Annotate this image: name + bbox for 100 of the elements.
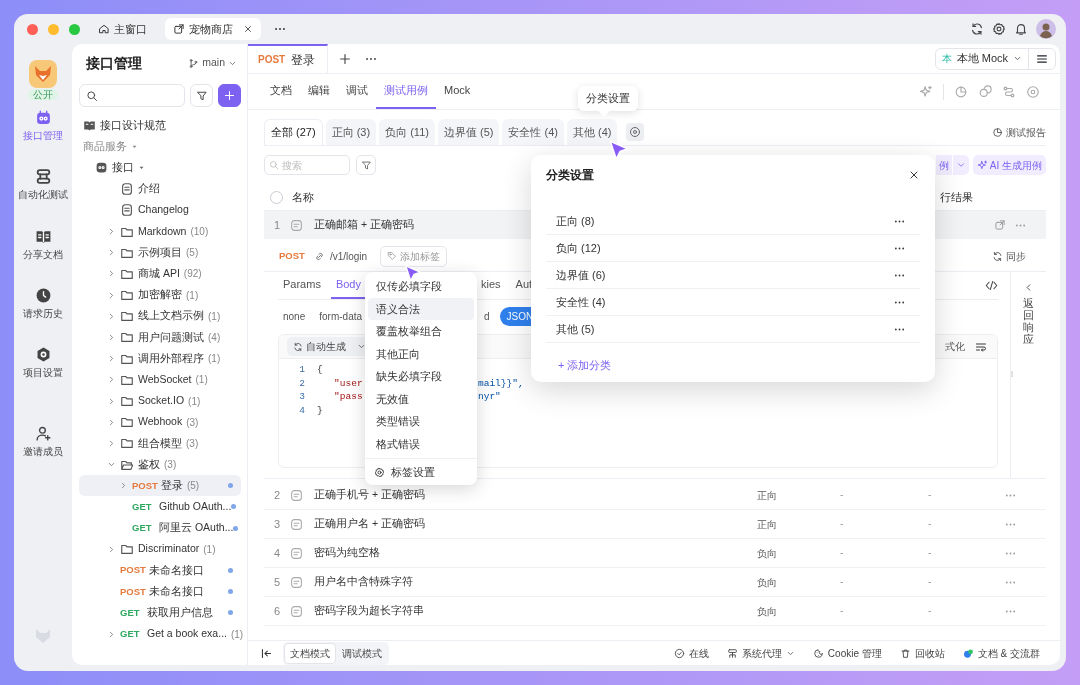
chevron-icon[interactable] — [107, 629, 116, 639]
open-icon[interactable] — [994, 219, 1006, 231]
view-tab[interactable]: 测试用例 — [376, 74, 436, 109]
tree-item[interactable]: 用户问题测试 (4) — [79, 326, 241, 349]
chevron-icon[interactable] — [107, 354, 116, 364]
tree-item[interactable]: 接口设计规范 — [79, 115, 241, 137]
code-icon[interactable] — [985, 279, 998, 292]
close-icon[interactable] — [908, 169, 920, 181]
tree-item[interactable]: Changelog — [79, 199, 241, 221]
avatar-icon[interactable] — [1036, 19, 1056, 39]
shapes-icon[interactable] — [978, 84, 992, 99]
response-panel-toggle[interactable]: 返回响应 — [1010, 272, 1046, 478]
tree-item[interactable]: 介绍 — [79, 178, 241, 200]
maximize-button[interactable] — [69, 23, 80, 35]
filter-button[interactable] — [356, 155, 376, 175]
chevron-icon[interactable] — [107, 311, 116, 321]
wrap-icon[interactable] — [975, 340, 987, 353]
nav-item[interactable]: 接口管理 — [23, 109, 63, 144]
tree-item[interactable]: GET 阿里云 OAuth... — [79, 517, 241, 539]
chevron-icon[interactable] — [119, 481, 128, 491]
chevron-icon[interactable] — [107, 544, 116, 554]
tree-item[interactable]: 示例项目 (5) — [79, 242, 241, 264]
mode-tab[interactable]: 文档模式 — [284, 642, 336, 664]
view-tab[interactable]: 文档 — [262, 74, 300, 109]
view-tab[interactable]: Mock — [436, 74, 479, 109]
menu-item[interactable]: 缺失必填字段 — [368, 365, 474, 388]
window-tab[interactable]: 宠物商店 — [165, 17, 261, 41]
nav-item[interactable]: 项目设置 — [23, 346, 63, 381]
tree-item[interactable]: POST 未命名接口 — [79, 559, 241, 582]
category-tab[interactable]: 正向 (3) — [325, 119, 377, 145]
ai-generate-button[interactable]: AI 生成用例 — [972, 155, 1046, 175]
body-type-option[interactable]: d — [484, 308, 490, 324]
notification-icon[interactable] — [1014, 22, 1028, 36]
chevron-icon[interactable] — [107, 375, 116, 385]
tree-item[interactable]: 加密解密 (1) — [79, 284, 241, 306]
pie-chart-icon[interactable] — [954, 84, 968, 99]
view-tab[interactable]: 调试 — [338, 74, 376, 109]
menu-item[interactable]: 语义合法 — [368, 297, 474, 320]
nav-item[interactable]: 自动化测试 — [18, 168, 68, 203]
status-item[interactable]: 在线 — [673, 645, 709, 661]
tree-item[interactable]: GET Github OAuth... — [79, 496, 241, 518]
tree-item[interactable]: 调用外部程序 (1) — [79, 348, 241, 370]
chevron-icon[interactable] — [107, 438, 116, 448]
table-row[interactable]: 5 用户名中含特殊字符 负向 - - — [264, 568, 1046, 597]
table-row[interactable]: 4 密码为纯空格 负向 - - — [264, 539, 1046, 568]
tree-item[interactable]: Discriminator (1) — [79, 538, 241, 560]
nav-item[interactable]: 邀请成员 — [23, 425, 63, 460]
tree-item[interactable]: Markdown (10) — [79, 220, 241, 243]
close-icon[interactable] — [243, 24, 253, 34]
chevron-icon[interactable] — [107, 332, 116, 342]
mode-tab[interactable]: 调试模式 — [336, 642, 388, 664]
category-settings-button[interactable] — [626, 123, 645, 141]
close-button[interactable] — [27, 23, 38, 35]
body-type-option[interactable]: none — [283, 308, 306, 324]
request-tab[interactable]: POST 登录 — [248, 44, 329, 73]
nav-item[interactable]: 请求历史 — [23, 286, 63, 321]
add-button[interactable] — [218, 84, 241, 107]
tree-item[interactable]: 组合模型 (3) — [79, 432, 241, 454]
menu-item[interactable]: 仅传必填字段 — [368, 275, 474, 298]
status-item[interactable]: 文档 & 交流群 — [962, 645, 1040, 661]
chevron-icon[interactable] — [107, 269, 116, 279]
sparkle-icon[interactable] — [919, 84, 933, 99]
category-tab[interactable]: 安全性 (4) — [502, 119, 564, 145]
target-icon[interactable] — [1026, 84, 1040, 99]
settings-icon[interactable] — [992, 22, 1006, 36]
view-tab[interactable]: 编辑 — [300, 74, 338, 109]
nav-item[interactable]: 分享文档 — [23, 227, 63, 262]
sync-button[interactable]: 同步 — [992, 248, 1026, 264]
tree-item[interactable]: Webhook (3) — [79, 411, 241, 433]
flow-icon[interactable] — [1002, 84, 1016, 99]
collapse-sidebar-icon[interactable] — [260, 646, 273, 660]
branch-selector[interactable]: main — [188, 55, 237, 71]
chevron-icon[interactable] — [107, 417, 116, 427]
chevron-icon[interactable] — [107, 290, 116, 300]
tree-item[interactable]: Socket.IO (1) — [79, 390, 241, 412]
category-tab[interactable]: 负向 (11) — [379, 119, 435, 145]
table-row[interactable]: 3 正确用户名 + 正确密码 正向 - - — [264, 510, 1046, 539]
status-item[interactable]: Cookie 管理 — [812, 645, 882, 661]
tree-item[interactable]: POST 未命名接口 — [79, 581, 241, 603]
category-tab[interactable]: 其他 (4) — [566, 119, 618, 145]
refresh-icon[interactable] — [970, 22, 984, 36]
tree-item[interactable]: POST 登录 (5) — [79, 475, 241, 497]
search-field[interactable]: 搜索 — [264, 155, 350, 175]
request-tab[interactable]: kies — [476, 272, 506, 299]
tree-item[interactable]: 鉴权 (3) — [79, 454, 241, 476]
add-category-link[interactable]: + 添加分类 — [546, 357, 612, 374]
plus-icon[interactable] — [338, 51, 353, 66]
tree-item[interactable]: WebSocket (1) — [79, 369, 241, 391]
minimize-button[interactable] — [48, 23, 59, 35]
tree-item[interactable]: GET Get a book exa... (1) — [79, 623, 241, 645]
status-item[interactable]: 系统代理 — [726, 645, 795, 661]
chevron-icon[interactable] — [107, 396, 116, 406]
tree-item[interactable]: 接口 — [79, 157, 241, 179]
report-button[interactable]: 测试报告 — [992, 125, 1046, 140]
tree-item[interactable]: GET 获取用户信息 — [79, 602, 241, 624]
tree-item[interactable]: 线上文档示例 (1) — [79, 305, 241, 327]
menu-item[interactable]: 无效值 — [368, 387, 474, 410]
status-item[interactable]: 回收站 — [899, 645, 945, 661]
search-field[interactable] — [79, 84, 185, 107]
filter-button[interactable] — [190, 84, 213, 107]
